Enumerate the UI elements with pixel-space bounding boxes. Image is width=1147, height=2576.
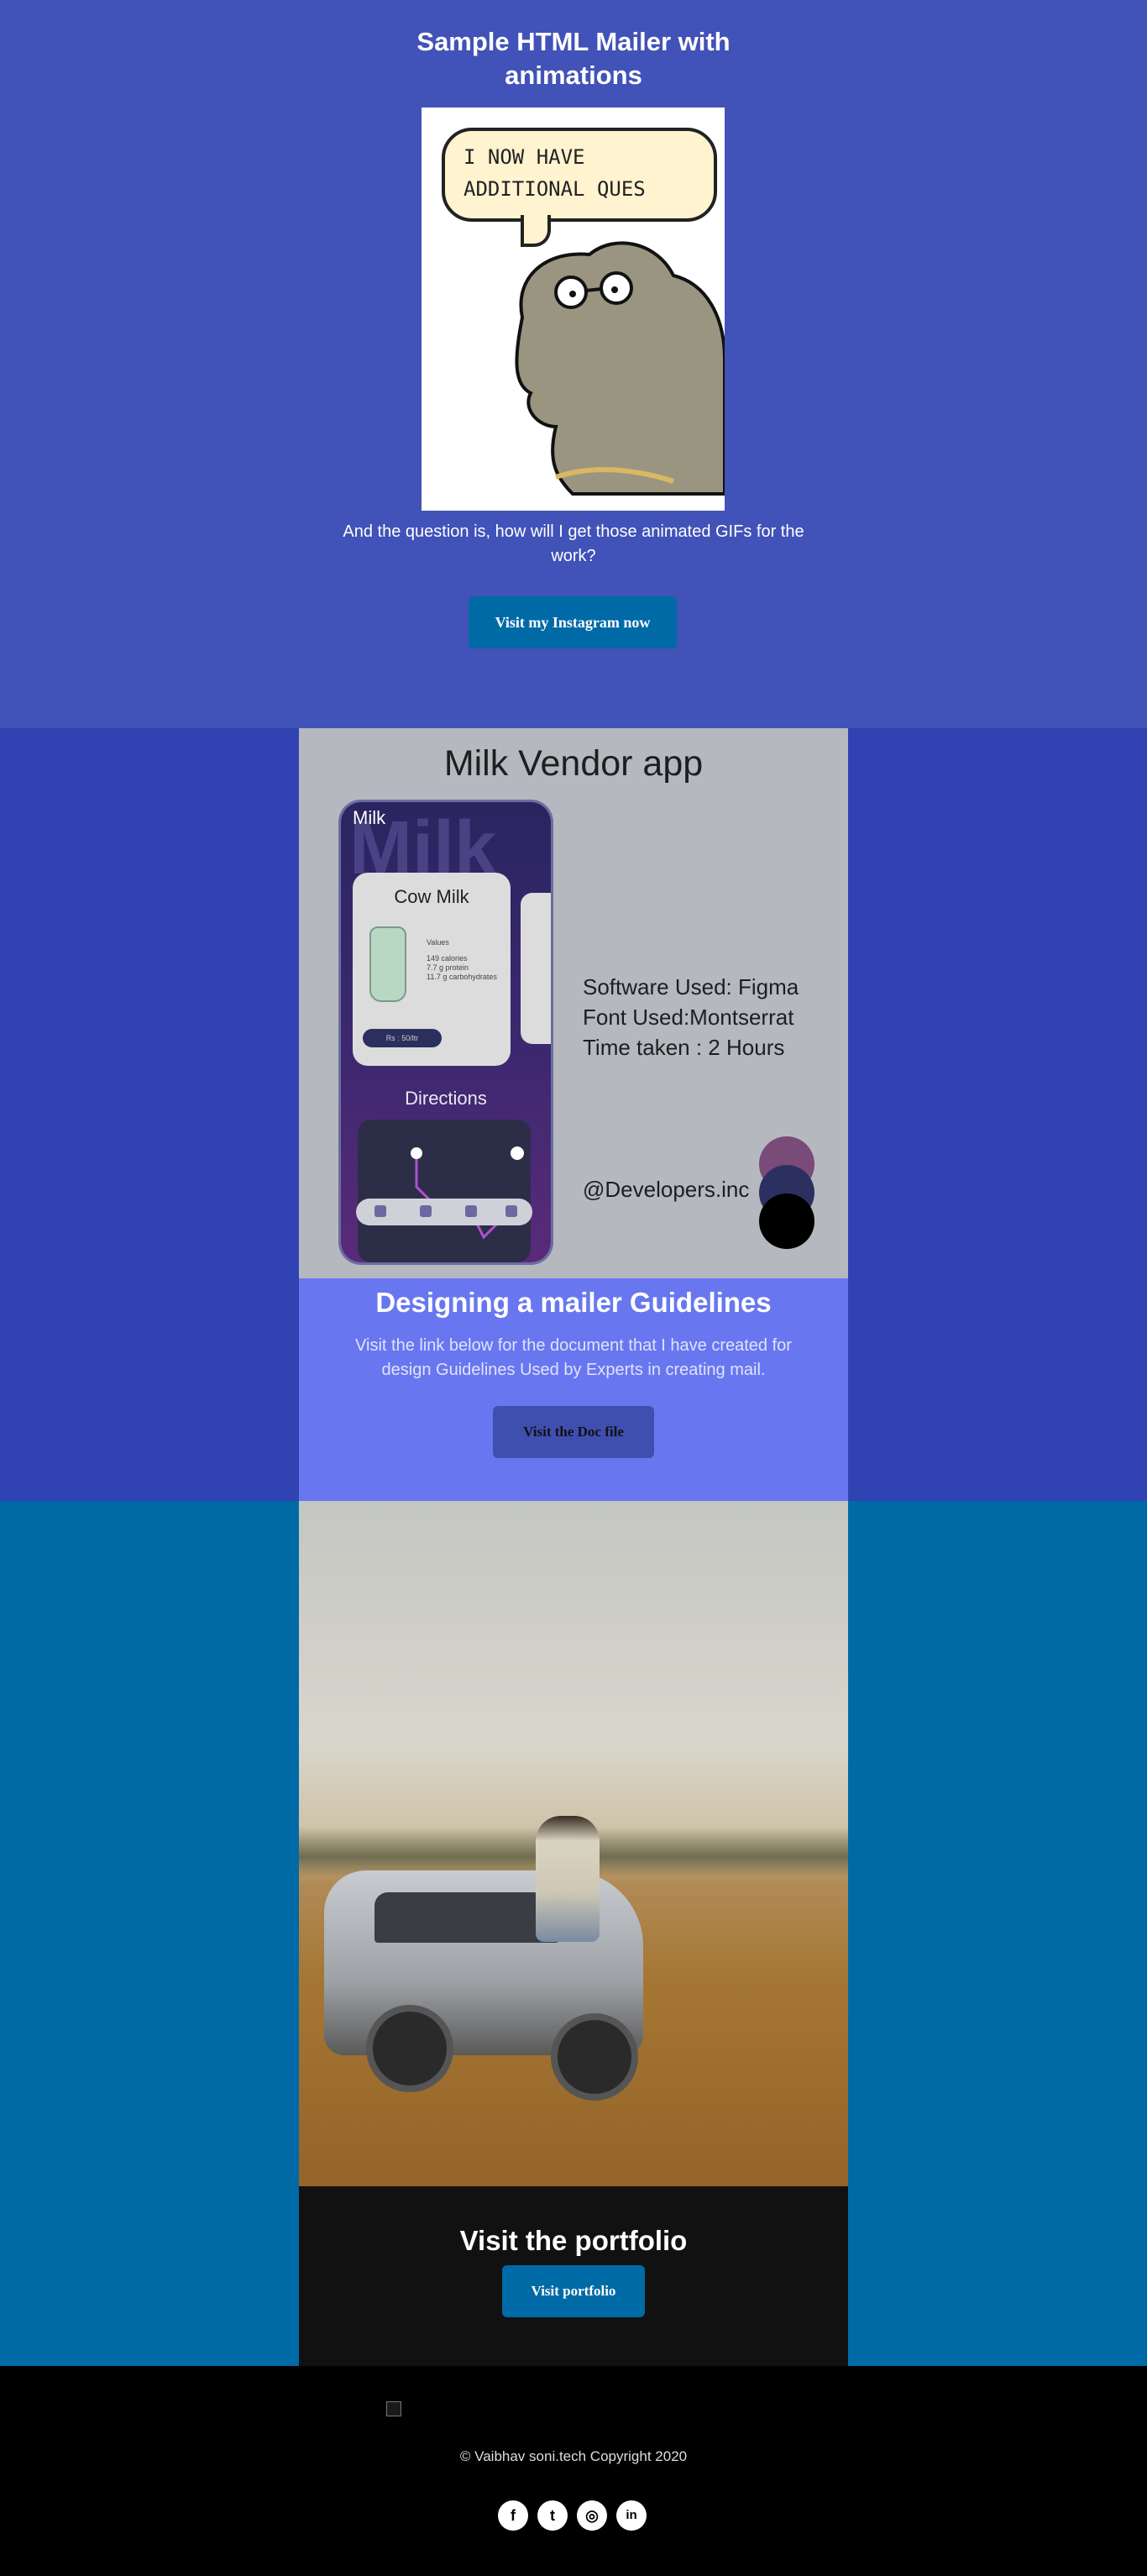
- question-text: And the question is, how will I get thos…: [343, 522, 804, 565]
- linkedin-icon[interactable]: in: [616, 2500, 647, 2531]
- copyright-text: © Vaibhav soni.tech Copyright 2020: [459, 2448, 688, 2464]
- portfolio-block: Visit the portfolio Visit portfolio: [299, 2186, 848, 2366]
- info-line: 11.7 g carbohydrates: [427, 973, 497, 981]
- calendar-icon: [465, 1205, 477, 1217]
- facebook-icon[interactable]: f: [498, 2500, 528, 2531]
- hero-title: Sample HTML Mailer with animations: [416, 27, 731, 90]
- directions-label: Directions: [405, 1088, 487, 1109]
- spec-list: Software Used: Figma Font Used:Montserra…: [583, 972, 799, 1062]
- doc-file-button[interactable]: Visit the Doc file: [493, 1406, 654, 1458]
- phone-label: Milk: [353, 807, 386, 828]
- broken-image-icon: [386, 2401, 401, 2416]
- spec-font: Font Used:Montserrat: [583, 1005, 794, 1030]
- info-line: 149 calories: [427, 954, 468, 963]
- portfolio-section: Visit the portfolio Visit portfolio: [0, 1501, 1147, 2366]
- car-wheel: [551, 2013, 638, 2101]
- map-preview: [358, 1120, 531, 1262]
- portfolio-title: Visit the portfolio: [459, 2225, 688, 2256]
- bottom-nav: [356, 1199, 532, 1225]
- phone-mockup: Milk Milk Cow Milk Values 149 calories 7…: [341, 802, 551, 1262]
- instagram-button[interactable]: Visit my Instagram now: [469, 596, 677, 648]
- guidelines-text: Visit the link below for the document th…: [355, 1336, 792, 1379]
- cart-icon: [420, 1205, 432, 1217]
- milk-vendor-image: Milk Vendor app Milk Milk Cow Milk Value…: [299, 728, 848, 1278]
- info-line: 7.7 g protein: [427, 963, 469, 972]
- card-info: Values 149 calories 7.7 g protein 11.7 g…: [427, 938, 497, 982]
- person-figure: [536, 1816, 600, 1942]
- home-icon: [374, 1205, 386, 1217]
- profile-icon: [505, 1205, 517, 1217]
- product-card: Cow Milk Values 149 calories 7.7 g prote…: [353, 873, 511, 1066]
- milk-bottle-icon: [369, 926, 406, 1002]
- next-card: [521, 893, 551, 1044]
- price-pill: Rs : 50/ltr: [363, 1029, 442, 1047]
- car-window: [374, 1892, 559, 1943]
- milk-title: Milk Vendor app: [443, 743, 704, 784]
- footer: © Vaibhav soni.tech Copyright 2020 f t ◎…: [0, 2366, 1147, 2576]
- guidelines-title: Designing a mailer Guidelines: [375, 1287, 772, 1318]
- route-icon: [411, 1146, 524, 1240]
- elephant-gif: I NOW HAVE ADDITIONAL QUES: [422, 108, 725, 511]
- info-line: Values: [427, 938, 449, 947]
- hero-section: Sample HTML Mailer with animations I NOW…: [0, 0, 1147, 728]
- portfolio-button[interactable]: Visit portfolio: [502, 2265, 645, 2317]
- card-title: Cow Milk: [394, 886, 469, 907]
- developer-handle: @Developers.inc: [583, 1177, 750, 1202]
- spec-time: Time taken : 2 Hours: [583, 1035, 785, 1060]
- twitter-icon[interactable]: t: [537, 2500, 568, 2531]
- milk-section: Milk Vendor app Milk Milk Cow Milk Value…: [0, 728, 1147, 1501]
- portfolio-photo: [299, 1501, 848, 2186]
- swatch-black: [759, 1194, 814, 1249]
- instagram-icon[interactable]: ◎: [577, 2500, 607, 2531]
- spec-software: Software Used: Figma: [583, 974, 799, 999]
- car-wheel: [366, 2005, 453, 2092]
- guidelines-block: Designing a mailer Guidelines Visit the …: [299, 1278, 848, 1501]
- elephant-illustration: [515, 241, 725, 496]
